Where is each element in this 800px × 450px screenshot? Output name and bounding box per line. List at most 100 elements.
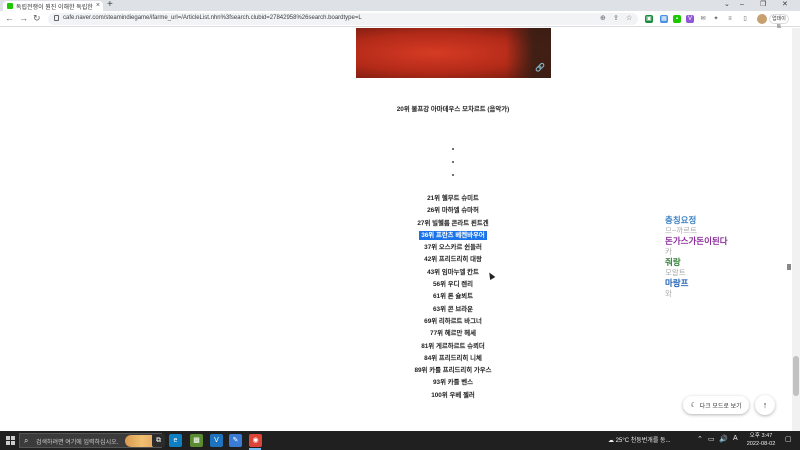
moon-icon: ☾ xyxy=(690,402,697,409)
rank-item: 21위 헬무트 슈미트 xyxy=(300,193,606,205)
bookmark-star-icon[interactable]: ☆ xyxy=(626,14,632,23)
extension-puzzle-icon[interactable]: ✦ xyxy=(712,15,720,23)
rank-item: 26위 마하엘 슈마허 xyxy=(300,205,606,217)
ime-icon[interactable]: A xyxy=(733,435,738,442)
network-icon[interactable]: ▭ xyxy=(708,435,715,443)
page-scrollbar[interactable] xyxy=(792,28,800,431)
article-image[interactable]: 🔗 xyxy=(356,28,551,78)
rank-item-text: 89위 카를 프리드리히 가우스 xyxy=(414,367,492,375)
rank-item-text: 93위 카를 벤스 xyxy=(432,379,474,387)
rank-item-text: 43위 임마누엘 칸트 xyxy=(427,268,479,276)
minecraft-icon[interactable]: ▩ xyxy=(190,434,203,447)
translate-icon[interactable]: ⊕ xyxy=(600,14,606,23)
windows-start-icon[interactable] xyxy=(6,436,15,445)
task-view-icon[interactable]: ⧉ xyxy=(152,434,165,447)
extension-list-icon[interactable]: ≡ xyxy=(726,15,734,23)
side-word: 줘랑 xyxy=(665,257,681,267)
rank-item-text: 100위 우베 젤러 xyxy=(431,391,475,399)
side-word-list: 충칭요정 므~까르트 돈가스가돈이된다 카 줘랑 모알트 마랑프 와 xyxy=(665,215,785,299)
side-subword: 카 xyxy=(665,247,672,256)
rank-item: 93위 카를 벤스 xyxy=(300,377,606,389)
extension-photo-icon[interactable]: ▦ xyxy=(660,15,668,23)
inner-scroll-marker[interactable] xyxy=(787,264,791,270)
rank-item: 84위 프리드리히 니체 xyxy=(300,353,606,365)
rank-item: 69위 리하르트 바그너 xyxy=(300,316,606,328)
scrollbar-thumb[interactable] xyxy=(793,356,799,396)
rank-item-text: 61위 론 슐뵈트 xyxy=(432,293,474,301)
taskbar-search-box[interactable]: ⌕ 검색하려면 여기에 입력하십시오. xyxy=(19,433,162,448)
edge-icon[interactable]: e xyxy=(169,434,182,447)
chrome-icon[interactable]: ◉ xyxy=(249,434,262,447)
back-icon[interactable]: ← xyxy=(5,13,14,24)
tab-search-icon[interactable]: ⌄ xyxy=(724,0,730,10)
rank-item: 37위 오스카르 쉰들러 xyxy=(300,242,606,254)
address-bar[interactable]: cafe.naver.com/steamindiegame/ifarme_url… xyxy=(48,13,638,25)
side-word: 마랑프 xyxy=(665,278,689,288)
side-subword: 모알트 xyxy=(665,268,686,277)
dark-mode-button[interactable]: ☾ 다크 모드로 보기 xyxy=(683,396,749,414)
rank-item-text: 42위 프리드리히 대왕 xyxy=(424,256,482,264)
notepad-icon[interactable]: ✎ xyxy=(229,434,242,447)
share-icon[interactable]: ⇪ xyxy=(613,14,619,23)
extension-v-icon[interactable]: V xyxy=(686,15,694,23)
rank-item: 56위 우디 렌리 xyxy=(300,279,606,291)
naver-cafe-favicon-icon xyxy=(7,3,13,9)
rank-item-text: 81위 게르하르트 슈뢰더 xyxy=(421,342,485,350)
ellipsis-dot xyxy=(452,161,454,163)
rank-item-text: 37위 오스카르 쉰들러 xyxy=(424,244,482,252)
rank-item-text: 84위 프리드리히 니체 xyxy=(424,354,482,362)
rank-item: 36위 프란츠 베켄바우어 xyxy=(300,230,606,242)
forward-icon[interactable]: → xyxy=(19,13,28,24)
minimize-button[interactable]: – xyxy=(740,0,744,10)
weather-widget[interactable]: ☁ 25°C 천둥번개를 동... xyxy=(608,435,671,444)
tab-close-icon[interactable]: × xyxy=(96,2,100,10)
screen: 독립전쟁이 뭔진 이해한 독립한 × + ⌄ – ❐ ✕ ← → ↻ cafe.… xyxy=(0,0,800,450)
notification-icon[interactable]: ▢ xyxy=(785,435,792,443)
vscode-icon[interactable]: V xyxy=(210,434,223,447)
extension-mail-icon[interactable]: ✉ xyxy=(699,15,707,23)
rank-item-text: 69위 리하르트 바그너 xyxy=(424,317,482,325)
search-placeholder: 검색하려면 여기에 입력하십시오. xyxy=(36,440,119,446)
page-content: 🔗 20위 볼프강 아마데우스 모차르트 (음악가) 21위 헬무트 슈미트 26… xyxy=(0,28,800,431)
lock-icon[interactable] xyxy=(54,15,59,21)
rank-item: 100위 우베 젤러 xyxy=(300,390,606,402)
rank-item-text: 63위 콘 브라운 xyxy=(432,305,474,313)
link-icon[interactable]: 🔗 xyxy=(535,63,545,72)
new-tab-button[interactable]: + xyxy=(107,0,113,10)
rank-item-text: 21위 헬무트 슈미트 xyxy=(427,195,479,202)
volume-icon[interactable]: 🔊 xyxy=(719,435,728,443)
reload-icon[interactable]: ↻ xyxy=(33,13,41,24)
browser-toolbar: ← → ↻ cafe.naver.com/steamindiegame/ifar… xyxy=(0,11,800,30)
url-text[interactable]: cafe.naver.com/steamindiegame/ifarme_url… xyxy=(63,15,362,21)
extension-green-icon[interactable]: ▣ xyxy=(645,15,653,23)
extension-split-icon[interactable]: ▯ xyxy=(741,15,749,23)
rank-item-text: 77위 헤르만 헤세 xyxy=(430,330,476,338)
ellipsis-dot xyxy=(452,174,454,176)
rank-item: 63위 콘 브라운 xyxy=(300,304,606,316)
search-icon: ⌕ xyxy=(24,436,29,445)
ellipsis-dot xyxy=(452,148,454,150)
rank-list: 21위 헬무트 슈미트 26위 마하엘 슈마허 27위 빌헬름 콘라트 뢴트겐 36위… xyxy=(300,193,606,402)
image-caption: 20위 볼프강 아마데우스 모차르트 (음악가) xyxy=(396,106,510,113)
rank-item: 42위 프리드리히 대왕 xyxy=(300,254,606,266)
rank-item: 81위 게르하르트 슈뢰더 xyxy=(300,341,606,353)
close-window-button[interactable]: ✕ xyxy=(782,0,788,10)
rank-item: 43위 임마누엘 칸트 xyxy=(300,267,606,279)
side-word: 돈가스가돈이된다 xyxy=(665,236,728,246)
scroll-to-top-button[interactable]: ↑ xyxy=(755,395,775,415)
windows-taskbar: ⌕ 검색하려면 여기에 입력하십시오. ⧉ e ▩ V ✎ ◉ ☁ 25°C 천둥번개를 … xyxy=(0,431,800,450)
rank-item: 89위 카를 프리드리히 가우스 xyxy=(300,365,606,377)
side-subword: 와 xyxy=(665,289,672,298)
extension-box-icon[interactable]: ▪ xyxy=(673,15,681,23)
update-button[interactable]: 업데이트 xyxy=(769,14,789,30)
browser-tab[interactable]: 독립전쟁이 뭔진 이해한 독립한 × xyxy=(3,1,103,11)
clock-date: 2022-08-02 xyxy=(746,441,776,447)
tray-overflow-icon[interactable]: ⌃ xyxy=(697,435,703,443)
profile-avatar[interactable] xyxy=(757,14,767,24)
rank-item: 61위 론 슐뵈트 xyxy=(300,291,606,303)
rank-item-text: 56위 우디 렌리 xyxy=(432,281,474,289)
rank-item-text: 36위 프란츠 베켄바우어 xyxy=(419,230,487,240)
maximize-button[interactable]: ❐ xyxy=(760,0,766,10)
taskbar-clock[interactable]: 오후 3:47 2022-08-02 xyxy=(744,432,778,448)
dark-mode-label: 다크 모드로 보기 xyxy=(699,403,742,410)
